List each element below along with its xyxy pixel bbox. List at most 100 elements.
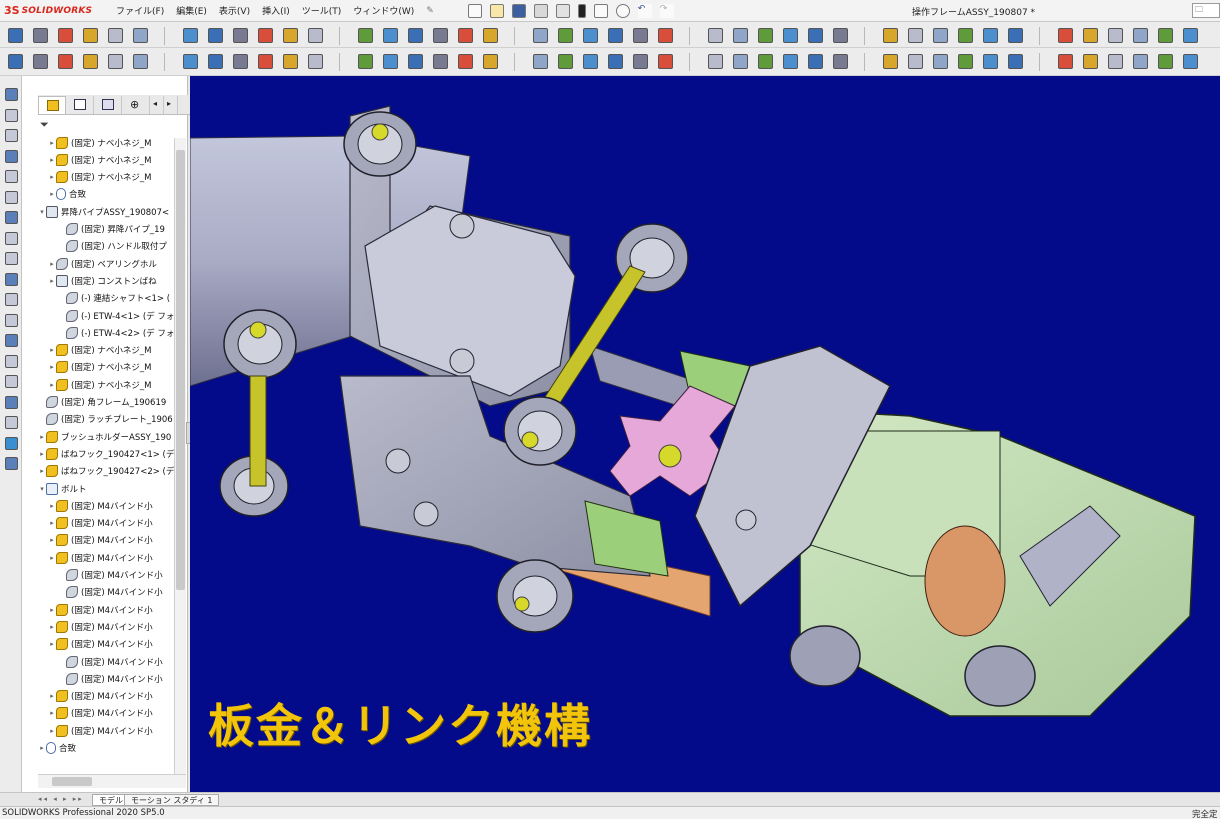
insert-component-icon[interactable] xyxy=(408,28,423,43)
hide-show-icon[interactable] xyxy=(908,54,923,69)
view-orientation-icon[interactable] xyxy=(983,54,998,69)
collapsed-arrow-icon[interactable]: ▸ xyxy=(48,190,56,198)
render-icon[interactable] xyxy=(808,54,823,69)
collapsed-arrow-icon[interactable]: ▸ xyxy=(48,502,56,510)
menu-view[interactable]: 表示(V) xyxy=(219,4,250,17)
expanded-arrow-icon[interactable]: ▾ xyxy=(38,208,46,216)
spline-icon[interactable] xyxy=(283,28,298,43)
collapsed-arrow-icon[interactable]: ▸ xyxy=(48,363,56,371)
tab-configuration-manager[interactable] xyxy=(94,96,122,114)
collapsed-arrow-icon[interactable]: ▸ xyxy=(48,623,56,631)
arrow-icon[interactable] xyxy=(5,252,18,265)
cube-wire-icon[interactable] xyxy=(5,354,18,368)
collapsed-arrow-icon[interactable]: ▸ xyxy=(38,467,46,475)
menu-edit[interactable]: 編集(E) xyxy=(176,4,207,17)
camera-icon[interactable] xyxy=(783,54,798,69)
reference-geometry-icon[interactable] xyxy=(708,28,723,43)
sketch-line-icon[interactable] xyxy=(5,129,18,142)
section-view-icon[interactable] xyxy=(733,54,748,69)
feature-tree-horizontal-scrollbar[interactable] xyxy=(38,774,186,788)
snap-icon[interactable] xyxy=(733,28,748,43)
cube-icon[interactable] xyxy=(5,313,18,327)
snap-icon[interactable] xyxy=(358,28,373,43)
display-style-icon[interactable] xyxy=(1008,54,1023,69)
measure-icon[interactable] xyxy=(558,54,573,69)
linear-pattern-icon[interactable] xyxy=(833,28,848,43)
arc-icon[interactable] xyxy=(258,28,273,43)
filter-button[interactable]: ⏷ xyxy=(40,118,49,132)
feature-tree-vertical-scrollbar[interactable] xyxy=(174,138,186,778)
move-component-icon[interactable] xyxy=(108,28,123,43)
view-orientation-icon[interactable] xyxy=(383,54,398,69)
new-document-icon[interactable] xyxy=(467,3,482,18)
layers-icon[interactable] xyxy=(5,457,18,470)
render-icon[interactable] xyxy=(1108,54,1123,69)
save-icon[interactable] xyxy=(511,3,526,18)
part-icon[interactable] xyxy=(58,54,73,69)
mate-icon[interactable] xyxy=(808,28,823,43)
collapsed-arrow-icon[interactable]: ▸ xyxy=(48,139,56,147)
collapsed-arrow-icon[interactable]: ▸ xyxy=(48,606,56,614)
collapsed-arrow-icon[interactable]: ▸ xyxy=(48,260,56,268)
smart-component-icon[interactable] xyxy=(8,28,23,43)
insert-component-icon[interactable] xyxy=(1158,28,1173,43)
mate-icon[interactable] xyxy=(433,28,448,43)
view-top-icon[interactable] xyxy=(5,108,18,122)
smart-component-icon[interactable] xyxy=(1133,28,1148,43)
point-icon[interactable] xyxy=(5,170,18,183)
solidworks-logo[interactable]: 3S SOLIDWORKS xyxy=(4,4,104,17)
collapsed-arrow-icon[interactable]: ▸ xyxy=(48,709,56,717)
camera-icon[interactable] xyxy=(1083,54,1098,69)
edit-component-icon[interactable] xyxy=(933,54,948,69)
chamfer-icon[interactable] xyxy=(5,293,18,306)
hide-show-icon[interactable] xyxy=(8,54,23,69)
line-icon[interactable] xyxy=(558,28,573,43)
measure-icon[interactable] xyxy=(258,54,273,69)
camera-icon[interactable] xyxy=(5,436,18,450)
sketch-icon[interactable] xyxy=(908,28,923,43)
collapsed-arrow-icon[interactable]: ▸ xyxy=(48,692,56,700)
menu-window[interactable]: ウィンドウ(W) xyxy=(353,4,414,17)
menu-tools[interactable]: ツール(T) xyxy=(302,4,342,17)
display-style-icon[interactable] xyxy=(408,54,423,69)
scene-icon[interactable] xyxy=(1058,54,1073,69)
hide-show-icon[interactable] xyxy=(608,54,623,69)
tab-property-manager[interactable] xyxy=(66,96,94,114)
collapsed-arrow-icon[interactable]: ▸ xyxy=(48,640,56,648)
tab-dimxpert[interactable]: ⊕ xyxy=(122,96,150,114)
collapsed-arrow-icon[interactable]: ▸ xyxy=(48,381,56,389)
measure-icon[interactable] xyxy=(1158,54,1173,69)
part-icon[interactable] xyxy=(658,54,673,69)
collapsed-arrow-icon[interactable]: ▸ xyxy=(48,536,56,544)
section-view-icon[interactable] xyxy=(433,54,448,69)
smart-component-icon[interactable] xyxy=(758,28,773,43)
collapsed-arrow-icon[interactable]: ▸ xyxy=(48,519,56,527)
select-cursor-icon[interactable] xyxy=(555,3,570,18)
tab-navigation-arrows[interactable]: ◂◂ ◂ ▸ ▸▸ xyxy=(38,795,84,803)
linear-pattern-icon[interactable] xyxy=(458,28,473,43)
line-icon[interactable] xyxy=(933,28,948,43)
fillet-icon[interactable] xyxy=(5,272,18,286)
collapsed-arrow-icon[interactable]: ▸ xyxy=(48,346,56,354)
axis-icon[interactable] xyxy=(5,149,18,163)
mass-properties-icon[interactable] xyxy=(1183,54,1198,69)
open-folder-icon[interactable] xyxy=(489,3,504,18)
tab-scroll-left[interactable]: ◂ xyxy=(150,96,164,114)
menu-file[interactable]: ファイル(F) xyxy=(116,4,164,17)
circle-icon[interactable] xyxy=(608,28,623,43)
edit-component-icon[interactable] xyxy=(633,54,648,69)
insert-component-icon[interactable] xyxy=(783,28,798,43)
pin-icon[interactable]: ✎ xyxy=(426,6,434,16)
circle-icon[interactable] xyxy=(233,28,248,43)
linear-pattern-icon[interactable] xyxy=(83,28,98,43)
mate-icon[interactable] xyxy=(58,28,73,43)
mass-properties-icon[interactable] xyxy=(583,54,598,69)
redo-icon[interactable]: ↷ xyxy=(659,3,674,18)
dimension-icon[interactable] xyxy=(308,28,323,43)
spline-icon[interactable] xyxy=(658,28,673,43)
expanded-arrow-icon[interactable]: ▾ xyxy=(38,485,46,493)
move-component-icon[interactable] xyxy=(483,28,498,43)
display-style-icon[interactable] xyxy=(108,54,123,69)
tab-motion-study[interactable]: モーション スタディ 1 xyxy=(124,794,220,806)
rectangle-icon[interactable] xyxy=(583,28,598,43)
